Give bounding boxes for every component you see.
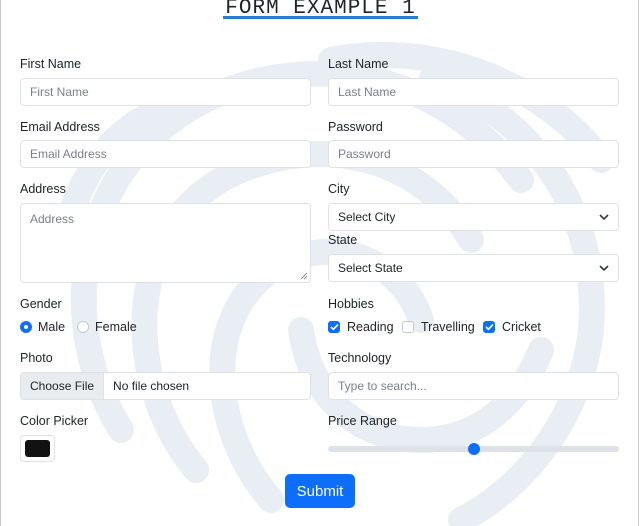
password-placeholder: Password: [338, 147, 391, 161]
city-label: City: [328, 182, 350, 196]
city-selected-value: Select City: [338, 210, 396, 224]
hobby-checkbox-reading[interactable]: Reading: [328, 320, 394, 334]
color-picker-label: Color Picker: [20, 414, 89, 428]
city-select[interactable]: Select City: [328, 203, 619, 231]
first-name-placeholder: First Name: [30, 85, 89, 99]
last-name-placeholder: Last Name: [338, 85, 397, 99]
radio-unchecked-icon[interactable]: [77, 321, 89, 333]
hobby-checkbox-cricket[interactable]: Cricket: [483, 320, 541, 334]
color-picker-input[interactable]: [20, 435, 55, 462]
hobby-checkbox-travelling[interactable]: Travelling: [402, 320, 475, 334]
checkbox-checked-icon[interactable]: [483, 321, 495, 333]
technology-label: Technology: [328, 351, 392, 365]
email-placeholder: Email Address: [30, 147, 107, 161]
gender-option-label: Male: [38, 320, 66, 334]
choose-file-button[interactable]: Choose File: [21, 373, 105, 399]
file-status-text: No file chosen: [113, 379, 190, 393]
state-select[interactable]: Select State: [328, 254, 619, 282]
technology-placeholder: Type to search...: [338, 379, 427, 393]
gender-option-label: Female: [95, 320, 137, 334]
color-swatch: [25, 440, 50, 457]
gender-radio-male[interactable]: Male: [20, 320, 65, 334]
resize-grip-icon[interactable]: [300, 272, 308, 280]
gender-label: Gender: [20, 297, 62, 311]
check-icon: [329, 323, 339, 331]
technology-search-input[interactable]: Type to search...: [328, 372, 619, 400]
page-title: FORM EXAMPLE 1: [223, 0, 418, 19]
first-name-input[interactable]: First Name: [20, 78, 311, 106]
address-placeholder: Address: [30, 212, 75, 226]
address-label: Address: [20, 182, 66, 196]
hobby-option-label: Reading: [347, 320, 394, 334]
radio-checked-icon[interactable]: [20, 321, 32, 333]
submit-button[interactable]: Submit: [285, 474, 355, 508]
hobby-option-label: Travelling: [421, 320, 475, 334]
checkbox-unchecked-icon[interactable]: [402, 321, 414, 333]
last-name-label: Last Name: [328, 57, 389, 71]
password-input[interactable]: Password: [328, 140, 619, 168]
checkbox-checked-icon[interactable]: [328, 321, 340, 333]
password-label: Password: [328, 120, 383, 134]
state-selected-value: Select State: [338, 261, 403, 275]
photo-file-input[interactable]: Choose File No file chosen: [20, 372, 311, 400]
hobby-option-label: Cricket: [502, 320, 541, 334]
check-icon: [484, 323, 494, 331]
chevron-down-icon: [599, 213, 609, 220]
price-range-slider[interactable]: [328, 440, 619, 458]
photo-label: Photo: [20, 351, 53, 365]
chevron-down-icon: [599, 264, 609, 271]
state-label: State: [328, 233, 358, 247]
email-label: Email Address: [20, 120, 100, 134]
price-range-label: Price Range: [328, 414, 397, 428]
slider-thumb[interactable]: [468, 443, 480, 455]
hobbies-label: Hobbies: [328, 297, 374, 311]
gender-radio-female[interactable]: Female: [77, 320, 137, 334]
first-name-label: First Name: [20, 57, 82, 71]
last-name-input[interactable]: Last Name: [328, 78, 619, 106]
email-input[interactable]: Email Address: [20, 140, 311, 168]
address-textarea[interactable]: Address: [20, 203, 311, 283]
form-page: FORM EXAMPLE 1 First Name First Name Las…: [0, 0, 639, 526]
